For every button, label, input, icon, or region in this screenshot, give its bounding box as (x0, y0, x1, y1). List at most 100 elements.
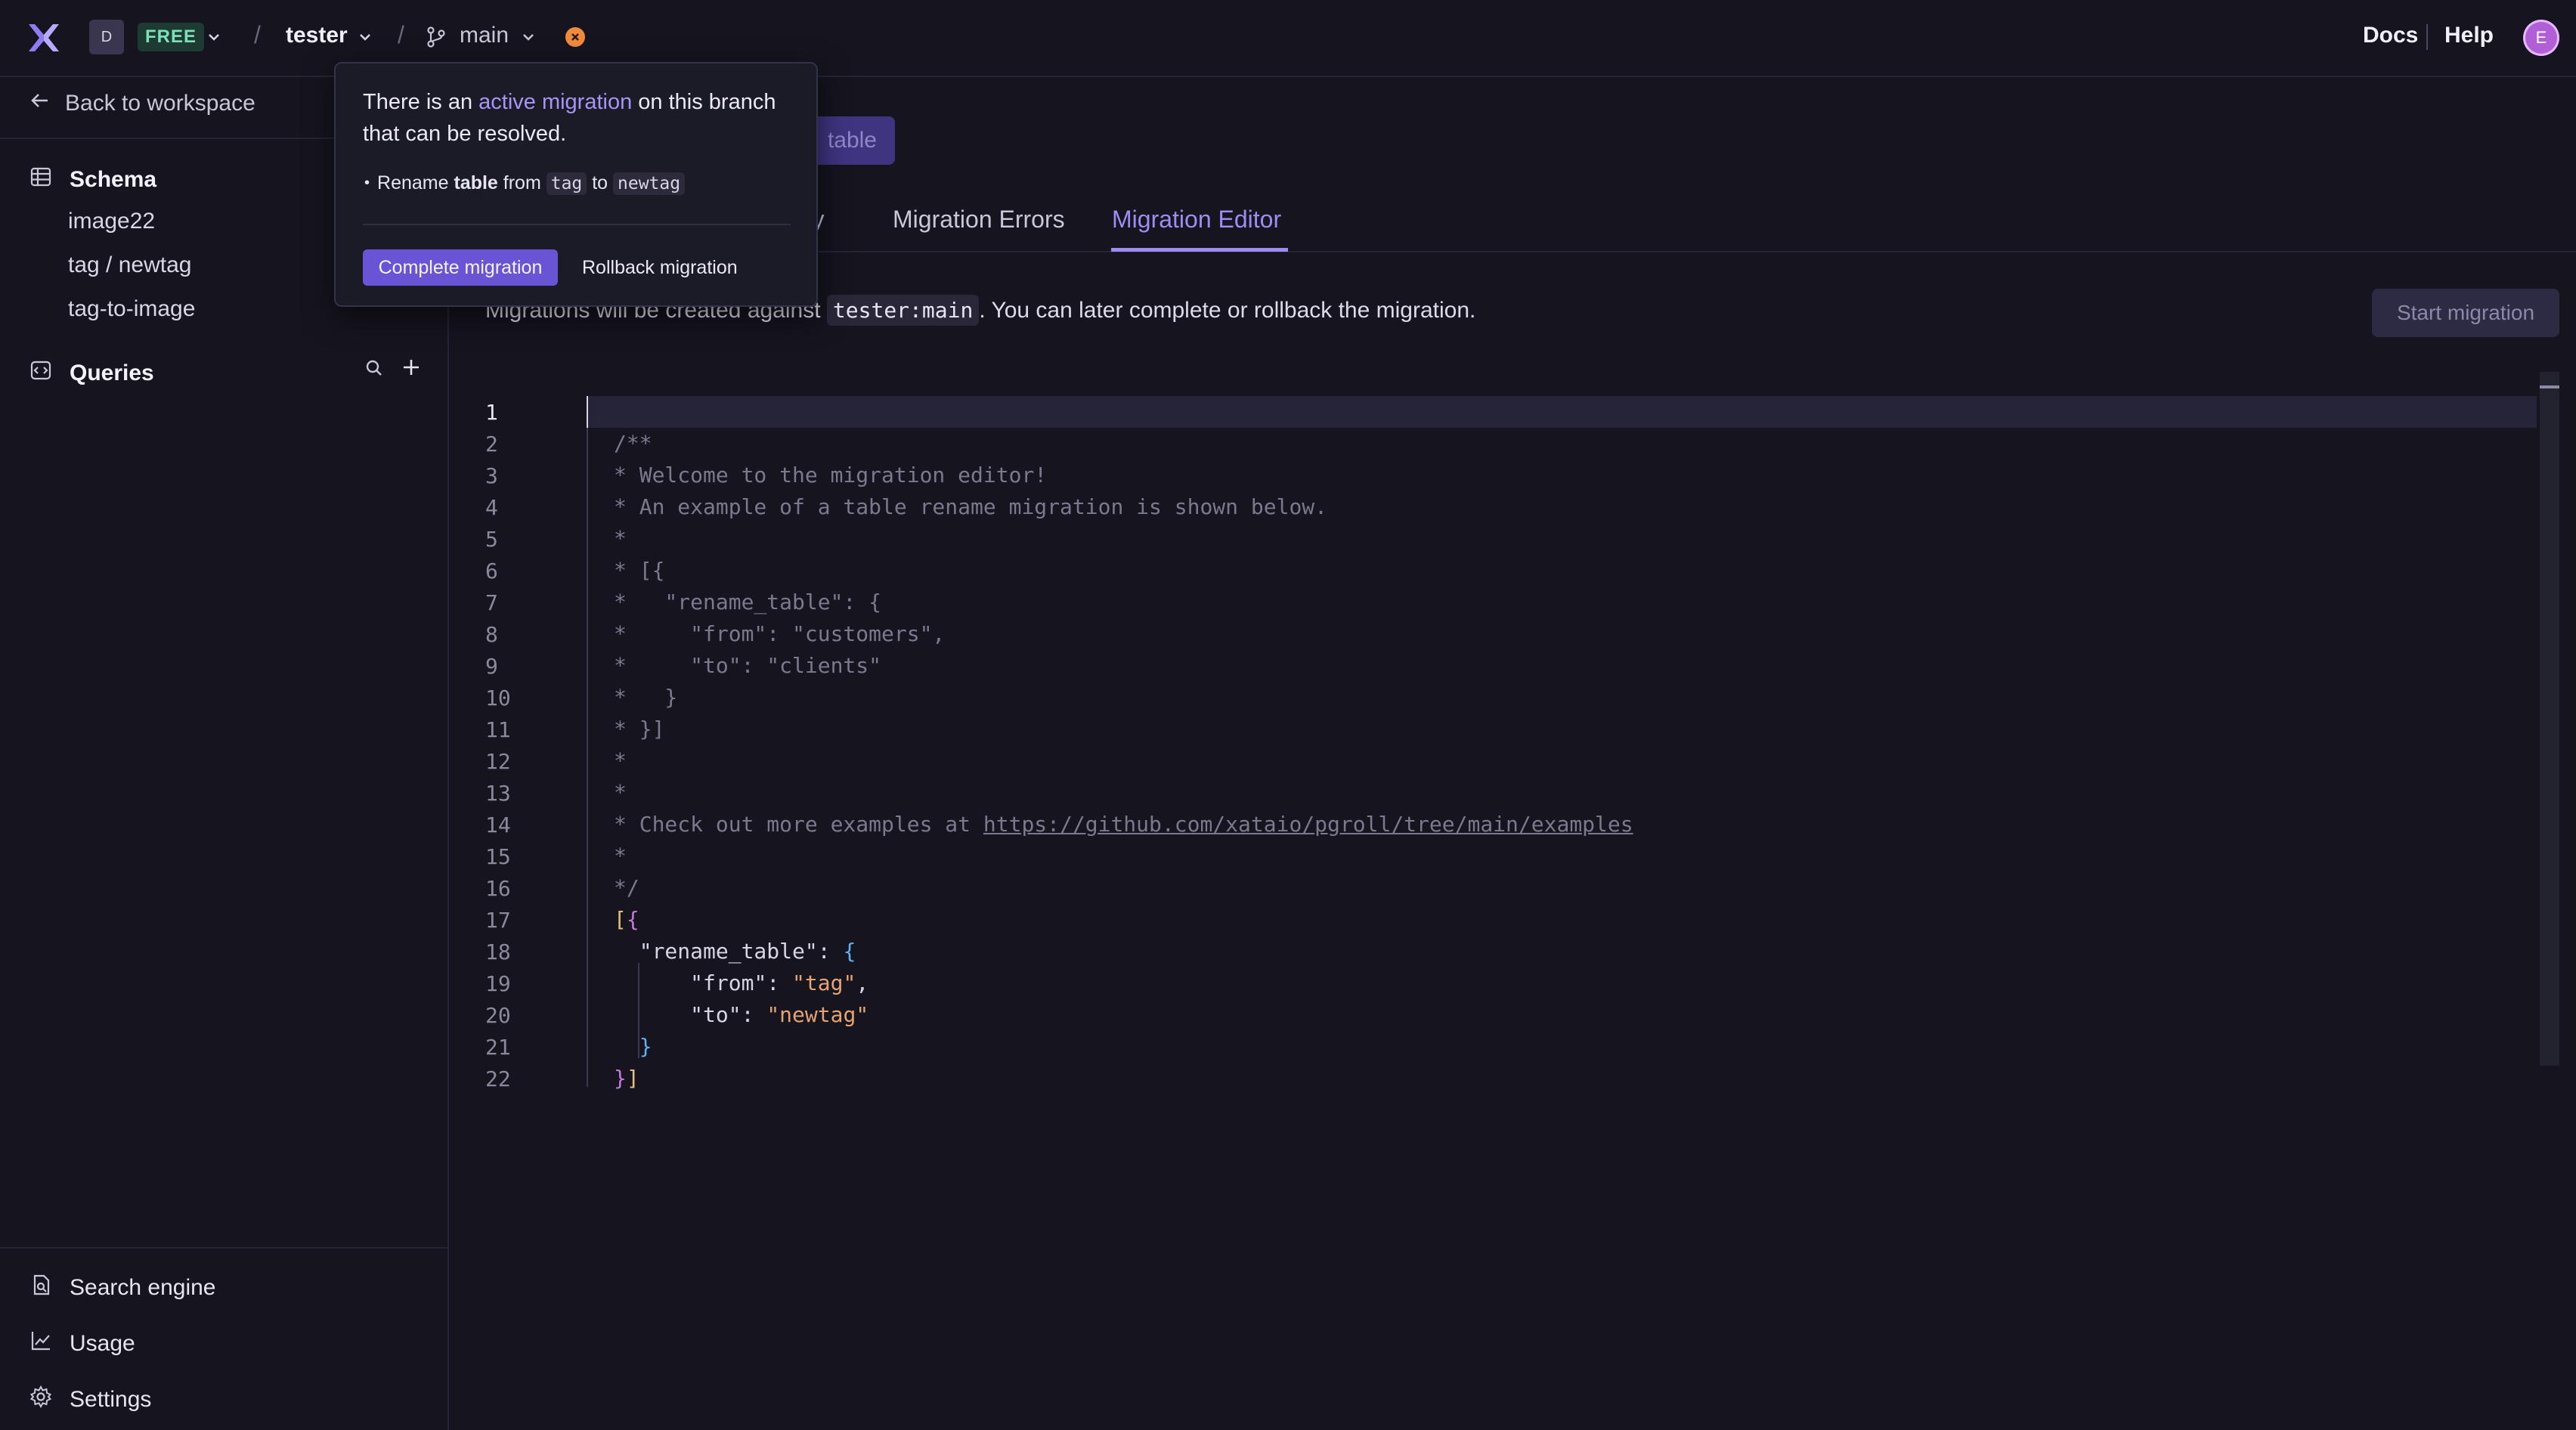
line-number: 9 (485, 653, 498, 679)
line-number: 8 (485, 621, 498, 647)
add-query-icon[interactable] (399, 355, 423, 383)
settings-link[interactable]: Settings (29, 1385, 151, 1415)
scrollbar-cursor-marker (2540, 385, 2559, 388)
line-number: 20 (485, 1002, 511, 1028)
chevron-down-icon[interactable] (520, 29, 537, 45)
line-number: 18 (485, 939, 511, 964)
line-number: 12 (485, 748, 511, 774)
arrow-left-icon (29, 89, 51, 118)
line-number: 10 (485, 685, 511, 710)
code-line: * } (614, 685, 678, 710)
examples-text: * Check out more examples at (614, 812, 983, 837)
line-number: 22 (485, 1066, 511, 1091)
code-line: * }] (614, 717, 665, 741)
usage-label: Usage (70, 1331, 135, 1356)
code-editor[interactable]: 1 2 3 4 5 6 7 8 9 10 11 12 13 14 15 16 17 18 19 20 21 22 /** … (485, 393, 2559, 1103)
queries-section-header[interactable]: Queries (29, 358, 154, 388)
code-line: [{ (614, 907, 639, 932)
complete-migration-button[interactable]: Complete migration (363, 249, 558, 286)
chevron-down-icon[interactable] (206, 29, 222, 45)
code-line: * (614, 843, 627, 868)
rollback-migration-button[interactable]: Rollback migration (582, 249, 738, 286)
code-line: * Check out more examples at https://git… (614, 809, 1633, 840)
info-text-end: . You can later complete or rollback the… (979, 298, 1476, 323)
json-key: "to" (690, 1002, 742, 1027)
code-line: }] (614, 1066, 639, 1091)
old-table-name: tag (546, 172, 587, 195)
active-migration-popover: There is an active migration on this bra… (334, 62, 818, 307)
start-migration-button[interactable]: Start migration (2372, 289, 2559, 337)
table-item-image22[interactable]: image22 (68, 209, 155, 234)
divider (363, 224, 791, 225)
code-line: * Welcome to the migration editor! (614, 463, 1048, 488)
code-line: * "from": "customers", (614, 621, 946, 646)
code-line: * [{ (614, 558, 665, 583)
table-item-tag-to-image[interactable]: tag-to-image (68, 296, 195, 322)
code-line: * (614, 748, 627, 773)
search-engine-label: Search engine (70, 1275, 216, 1300)
migration-status-icon[interactable] (565, 27, 585, 47)
text-cursor (587, 396, 588, 428)
branch-selector[interactable]: main (460, 23, 509, 48)
search-engine-icon (29, 1273, 53, 1303)
examples-link[interactable]: https://github.com/xataio/pgroll/tree/ma… (983, 812, 1633, 837)
breadcrumb-separator: / (254, 21, 261, 48)
code-line: */ (614, 875, 639, 900)
table-grid-icon (29, 165, 53, 195)
code-line: "from": "tag", (690, 970, 869, 995)
search-icon[interactable] (363, 357, 385, 383)
popover-text-start: There is an (363, 90, 479, 114)
divider (0, 1247, 447, 1249)
json-key: "from" (690, 970, 767, 995)
summary-text: to (587, 172, 614, 193)
line-number: 2 (485, 431, 498, 457)
usage-link[interactable]: Usage (29, 1329, 135, 1359)
code-line: * (614, 526, 627, 551)
line-number: 16 (485, 875, 511, 901)
line-number: 5 (485, 526, 498, 552)
chevron-down-icon[interactable] (357, 29, 373, 45)
summary-text: from (497, 172, 546, 193)
xata-logo-icon[interactable] (26, 20, 62, 56)
line-number: 14 (485, 812, 511, 837)
code-line: * An example of a table rename migration… (614, 494, 1328, 519)
line-number: 11 (485, 717, 511, 742)
code-line: * "to": "clients" (614, 653, 882, 678)
docs-link[interactable]: Docs (2363, 23, 2418, 48)
code-line: "to": "newtag" (690, 1002, 869, 1027)
summary-object: table (454, 172, 498, 193)
search-engine-link[interactable]: Search engine (29, 1273, 215, 1303)
schema-section-header[interactable]: Schema (29, 165, 156, 195)
workspace-avatar[interactable]: D (89, 20, 124, 54)
help-link[interactable]: Help (2444, 23, 2494, 48)
line-number: 19 (485, 970, 511, 996)
gear-icon (29, 1385, 53, 1415)
tab-migration-editor[interactable]: Migration Editor (1112, 206, 1281, 234)
json-string: "newtag" (766, 1002, 869, 1027)
summary-text: Rename (377, 172, 454, 193)
code-line: * (614, 780, 627, 805)
branch-ref-chip: tester:main (826, 295, 980, 326)
indent-guide (638, 963, 639, 1058)
json-string: "tag" (792, 970, 856, 995)
back-label: Back to workspace (65, 91, 255, 116)
editor-scrollbar[interactable] (2540, 372, 2559, 1066)
active-migration-link[interactable]: active migration (478, 90, 632, 114)
user-avatar[interactable]: E (2523, 20, 2559, 56)
table-item-tag[interactable]: tag / newtag (68, 252, 191, 278)
line-number: 6 (485, 558, 498, 583)
line-number: 1 (485, 399, 498, 425)
line-number: 21 (485, 1034, 511, 1060)
new-table-name: newtag (613, 172, 686, 195)
popover-message: There is an active migration on this bra… (363, 86, 801, 150)
code-icon (29, 358, 53, 388)
migration-summary-item: • Rename table from tag to newtag (364, 172, 686, 195)
line-number: 15 (485, 843, 511, 869)
tab-migration-errors[interactable]: Migration Errors (893, 206, 1065, 234)
database-selector[interactable]: tester (286, 23, 348, 48)
back-to-workspace-link[interactable]: Back to workspace (29, 89, 255, 118)
plan-badge: FREE (138, 23, 205, 51)
code-line: } (639, 1034, 652, 1059)
line-number: 4 (485, 494, 498, 520)
line-number: 3 (485, 463, 498, 488)
